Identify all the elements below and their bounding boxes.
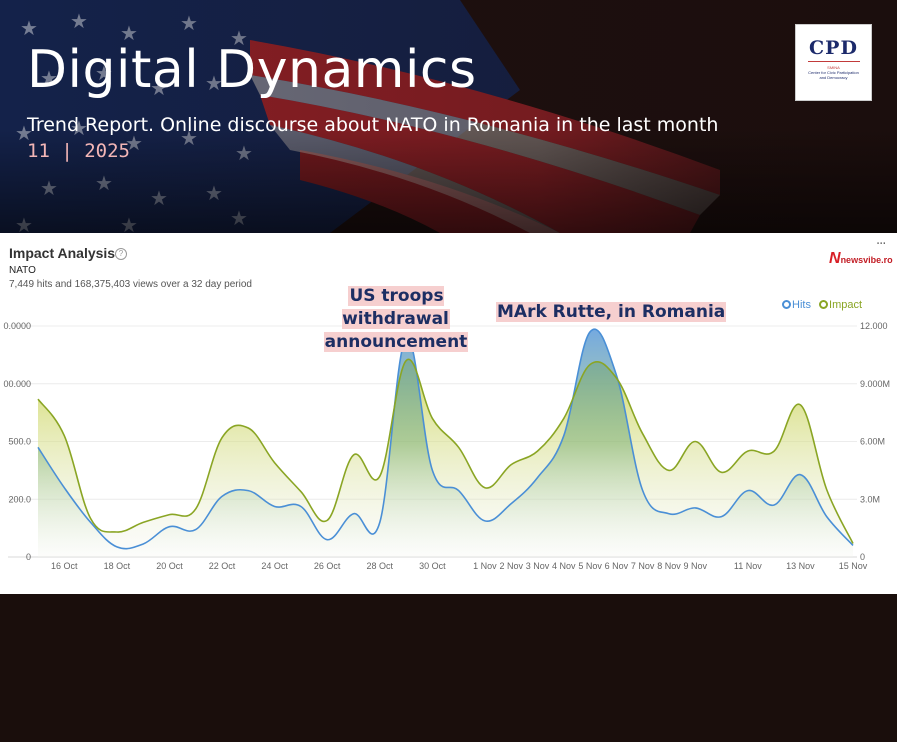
right-axis-tick-label: 3.0M bbox=[860, 494, 880, 504]
x-axis-tick-label: 5 Nov bbox=[578, 561, 602, 571]
x-axis-tick-label: 26 Oct bbox=[314, 561, 341, 571]
newsvibe-logo: Nnewsvibe.ro bbox=[829, 248, 893, 268]
annotation-2-text: MArk Rutte, in Romania bbox=[496, 302, 727, 322]
x-axis-tick-label: 7 Nov bbox=[631, 561, 655, 571]
x-axis-tick-label: 9 Nov bbox=[684, 561, 708, 571]
x-axis-tick-label: 3 Nov bbox=[526, 561, 550, 571]
x-axis-tick-label: 6 Nov bbox=[605, 561, 629, 571]
help-icon[interactable]: ? bbox=[115, 248, 127, 260]
x-axis-tick-label: 30 Oct bbox=[419, 561, 446, 571]
panel-title: Impact Analysis bbox=[9, 245, 116, 261]
x-axis-tick-label: 28 Oct bbox=[367, 561, 394, 571]
right-axis-tick-label: 6.00M bbox=[860, 437, 885, 447]
x-axis-tick-label: 4 Nov bbox=[552, 561, 576, 571]
chart-legend: Hits Impact bbox=[782, 299, 867, 311]
report-subtitle: Trend Report. Online discourse about NAT… bbox=[27, 114, 719, 136]
left-axis-tick-label: 0 bbox=[26, 552, 31, 562]
x-axis-tick-label: 16 Oct bbox=[51, 561, 78, 571]
legend-impact-label: Impact bbox=[829, 299, 863, 311]
x-axis-tick-label: 8 Nov bbox=[657, 561, 681, 571]
x-axis-tick-label: 24 Oct bbox=[261, 561, 288, 571]
hero-banner: ★★★★★ ★★★★ ★★★★★ ★★★★ ★★★ Digital Dynami… bbox=[0, 0, 897, 233]
cpd-logo: CPD SMINA Center for Civic Participation… bbox=[795, 24, 872, 101]
legend-hits-label: Hits bbox=[792, 299, 811, 311]
hits-swatch-icon bbox=[782, 300, 791, 309]
right-axis-tick-label: 9.000M bbox=[860, 379, 890, 389]
report-edition: 11 | 2025 bbox=[27, 140, 130, 162]
x-axis-tick-label: 13 Nov bbox=[786, 561, 815, 571]
right-axis-tick-label: 12.000 bbox=[860, 321, 888, 331]
logo-mark: CPD bbox=[809, 37, 858, 59]
left-axis-tick-label: 0.0000 bbox=[3, 321, 31, 331]
annotation-1-line2: announcement bbox=[323, 332, 469, 352]
brand-letter: N bbox=[829, 250, 841, 267]
x-axis-tick-label: 18 Oct bbox=[104, 561, 131, 571]
x-axis-tick-label: 2 Nov bbox=[499, 561, 523, 571]
x-axis-tick-label: 22 Oct bbox=[209, 561, 236, 571]
report-title: Digital Dynamics bbox=[27, 40, 477, 100]
stats-summary: 7,449 hits and 168,375,403 views over a … bbox=[9, 279, 252, 290]
logo-org-line2: and Democracy bbox=[819, 75, 848, 80]
impact-analysis-panel: 0 200.0 500.0 00.000 0.0000 0 3.0M 6.00M 9.000M 1… bbox=[0, 233, 897, 594]
annotation-troops-withdrawal: US troops withdrawal announcement bbox=[298, 285, 494, 354]
x-axis-tick-label: 20 Oct bbox=[156, 561, 183, 571]
brand-text: newsvibe.ro bbox=[840, 255, 893, 265]
impact-swatch-icon bbox=[819, 300, 829, 309]
legend-item-hits[interactable]: Hits bbox=[782, 299, 811, 311]
left-axis-tick-label: 500.0 bbox=[8, 437, 31, 447]
x-axis-tick-label: 1 Nov bbox=[473, 561, 497, 571]
x-axis-tick-label: 11 Nov bbox=[734, 561, 762, 571]
logo-divider bbox=[807, 61, 860, 62]
legend-item-impact[interactable]: Impact bbox=[819, 299, 862, 311]
left-axis-tick-label: 00.000 bbox=[3, 379, 31, 389]
annotation-1-line1: US troops withdrawal bbox=[342, 286, 450, 329]
annotation-rutte-visit: MArk Rutte, in Romania bbox=[496, 301, 727, 324]
x-axis-tick-label: 15 Nov bbox=[839, 561, 868, 571]
keyword-label: NATO bbox=[9, 265, 36, 276]
left-axis-tick-label: 200.0 bbox=[8, 494, 31, 504]
